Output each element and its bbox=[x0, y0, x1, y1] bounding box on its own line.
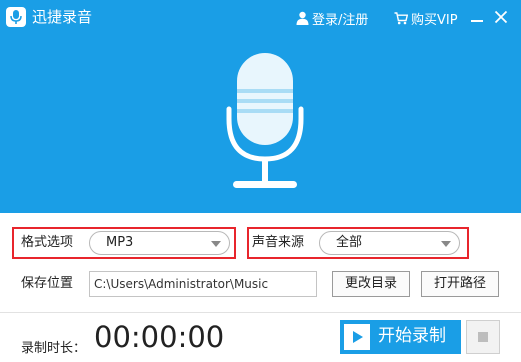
vip-label: 购买VIP bbox=[411, 12, 458, 28]
stop-icon bbox=[478, 332, 488, 342]
chevron-down-icon bbox=[441, 241, 451, 247]
title-bar: 迅捷录音 登录/注册 购买VIP bbox=[0, 0, 521, 36]
source-label: 声音来源 bbox=[252, 235, 305, 250]
microphone-icon bbox=[6, 7, 26, 27]
chevron-down-icon bbox=[211, 241, 221, 247]
divider bbox=[0, 312, 521, 313]
header-panel: 迅捷录音 登录/注册 购买VIP bbox=[0, 0, 521, 213]
format-select-value: MP3 bbox=[106, 235, 134, 250]
recording-timer: 00:00:00 bbox=[94, 320, 225, 354]
open-path-button[interactable]: 打开路径 bbox=[421, 271, 499, 297]
cart-icon bbox=[394, 11, 408, 24]
app-window: 迅捷录音 登录/注册 购买VIP 格式选项 MP3 声音来源 全部 保存位置 C… bbox=[0, 0, 521, 362]
app-title: 迅捷录音 bbox=[32, 8, 93, 26]
format-label: 格式选项 bbox=[21, 235, 74, 250]
buy-vip-link[interactable]: 购买VIP bbox=[394, 8, 458, 28]
source-select-value: 全部 bbox=[336, 235, 363, 250]
change-directory-button[interactable]: 更改目录 bbox=[332, 271, 410, 297]
save-path-input[interactable] bbox=[90, 272, 316, 296]
start-recording-button[interactable]: 开始录制 bbox=[340, 320, 461, 354]
source-select[interactable]: 全部 bbox=[319, 231, 460, 255]
close-icon[interactable] bbox=[494, 10, 508, 24]
stop-recording-button[interactable] bbox=[466, 320, 500, 354]
start-recording-label: 开始录制 bbox=[378, 326, 446, 346]
large-microphone-icon bbox=[226, 53, 304, 188]
save-path-field[interactable] bbox=[89, 271, 317, 297]
save-location-label: 保存位置 bbox=[21, 276, 74, 291]
minimize-icon[interactable] bbox=[470, 10, 484, 24]
user-icon bbox=[296, 11, 309, 25]
format-select[interactable]: MP3 bbox=[89, 231, 230, 255]
login-register-link[interactable]: 登录/注册 bbox=[296, 8, 368, 28]
login-label: 登录/注册 bbox=[312, 12, 369, 28]
duration-label: 录制时长： bbox=[21, 341, 87, 356]
play-icon bbox=[344, 324, 370, 350]
